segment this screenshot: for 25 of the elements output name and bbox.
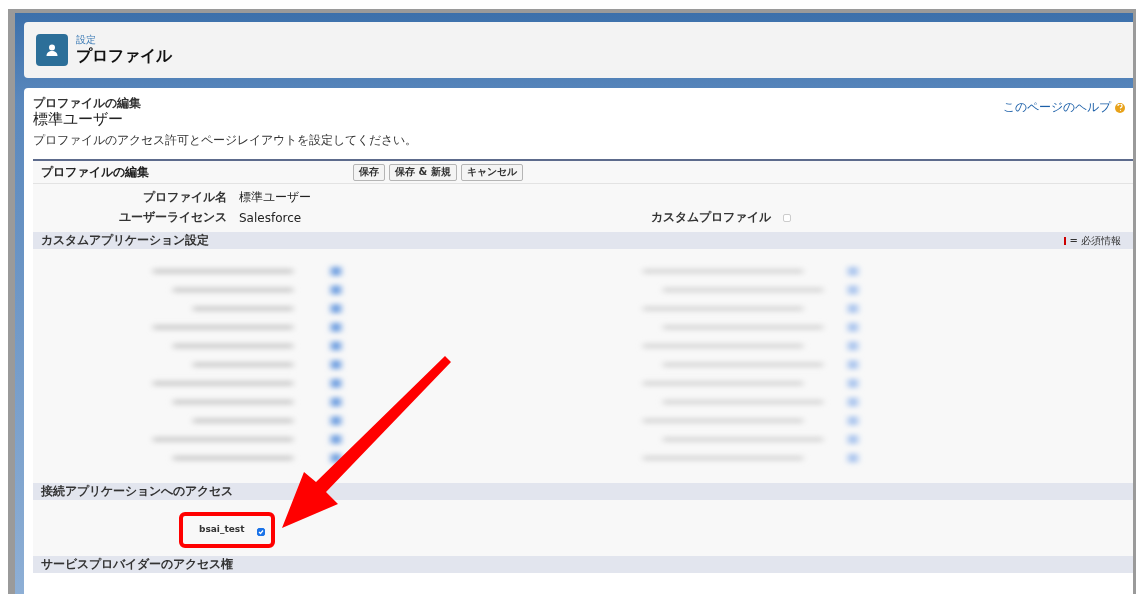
page-subtitle: プロファイルの編集 [33,96,141,110]
field-label: ユーザーライセンス [118,209,227,226]
page-heading: プロファイル [76,46,172,66]
section-title: カスタムアプリケーション設定 [41,232,209,249]
field-value: 標準ユーザー [239,189,312,206]
page-title: 標準ユーザー [33,110,124,128]
required-mark [1064,236,1067,245]
section-title: 接続アプリケーションへのアクセス [41,483,233,500]
checkbox[interactable] [256,528,265,536]
checkbox[interactable] [783,213,791,222]
help-link[interactable]: このページのヘルプ [1003,99,1111,116]
field-label: プロファイル名 [142,189,227,206]
action-button[interactable]: キャンセル [460,163,523,181]
action-button[interactable]: 保存 [353,163,385,181]
legend-text: = 必須情報 [1069,233,1121,248]
section-title: プロファイルの編集 [40,163,150,181]
action-button[interactable]: 保存 & 新規 [389,163,457,181]
field-label: カスタムプロファイル [651,209,771,226]
breadcrumb-link[interactable]: 設定 [76,34,172,46]
description-text: プロファイルのアクセス許可とページレイアウトを設定してください。 [33,132,418,149]
app-name: bsai_test [199,524,245,534]
help-icon[interactable] [1115,102,1125,113]
user-icon [36,34,68,66]
field-value: Salesforce [239,210,303,225]
section-title: サービスプロバイダーのアクセス権 [41,556,233,573]
